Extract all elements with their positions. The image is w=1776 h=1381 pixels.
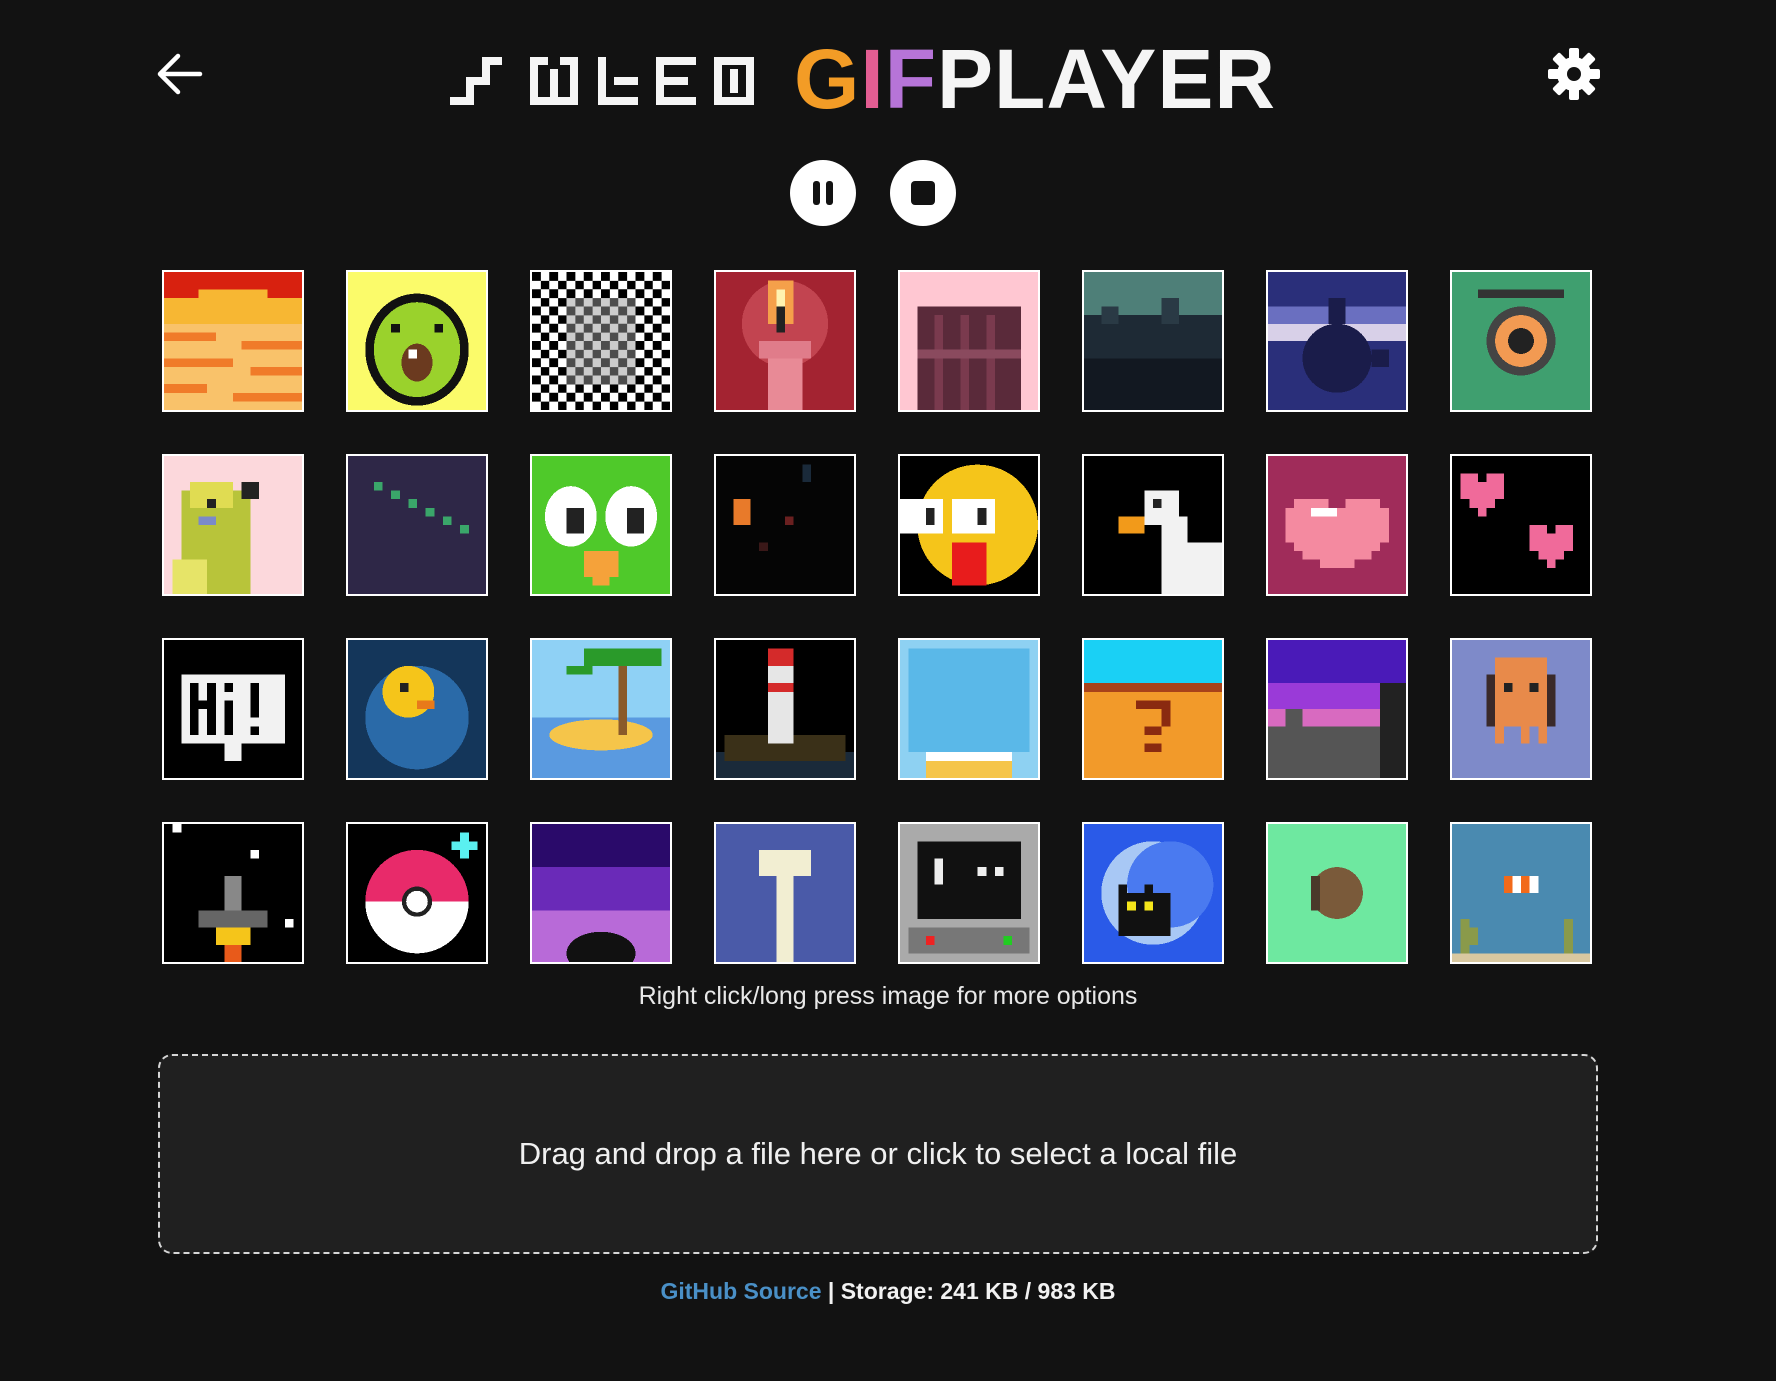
avocado-thumbnail	[348, 272, 486, 410]
gif-gallery	[162, 270, 1596, 968]
options-hint: Right click/long press image for more op…	[638, 982, 1138, 1010]
gif-thumbnail[interactable]	[162, 270, 304, 412]
window-thumbnail	[900, 272, 1038, 410]
surprised-face-thumbnail	[900, 456, 1038, 594]
arrow-left-icon	[157, 53, 203, 95]
github-source-link[interactable]: GitHub Source	[660, 1278, 821, 1304]
gif-thumbnail[interactable]	[346, 454, 488, 596]
gif-thumbnail[interactable]	[1450, 822, 1592, 964]
goose-thumbnail	[1084, 456, 1222, 594]
gif-thumbnail[interactable]	[162, 638, 304, 780]
pillar-thumbnail	[716, 824, 854, 962]
back-button[interactable]	[152, 46, 208, 102]
footer: GitHub Source | Storage: 241 KB / 983 KB	[0, 1278, 1776, 1305]
gif-thumbnail[interactable]	[530, 270, 672, 412]
hi-bubble-thumbnail	[164, 640, 302, 778]
heart-thumbnail	[1268, 456, 1406, 594]
gif-thumbnail[interactable]	[162, 822, 304, 964]
checker-tunnel-thumbnail	[532, 272, 670, 410]
blue-window-thumbnail	[900, 640, 1038, 778]
gif-thumbnail[interactable]	[714, 822, 856, 964]
gif-thumbnail[interactable]	[1082, 454, 1224, 596]
gif-thumbnail[interactable]	[714, 454, 856, 596]
gif-thumbnail[interactable]	[898, 454, 1040, 596]
settings-button[interactable]	[1544, 44, 1604, 104]
player-word: PLAYER	[937, 32, 1277, 126]
gif-word: GIF	[794, 37, 937, 121]
wled-logo	[450, 57, 754, 105]
stop-icon	[911, 181, 935, 205]
file-dropzone[interactable]: Drag and drop a file here or click to se…	[158, 1054, 1598, 1254]
pause-button[interactable]	[790, 160, 856, 226]
gif-thumbnail[interactable]	[530, 822, 672, 964]
octopus-thumbnail	[1452, 640, 1590, 778]
duck-in-water-thumbnail	[348, 640, 486, 778]
gif-thumbnail[interactable]	[346, 638, 488, 780]
gif-thumbnail[interactable]	[714, 270, 856, 412]
gif-thumbnail[interactable]	[898, 638, 1040, 780]
question-block-thumbnail	[1084, 640, 1222, 778]
retro-computer-thumbnail	[900, 824, 1038, 962]
falling-dots-thumbnail	[348, 456, 486, 594]
gif-letter-i: I	[860, 32, 885, 126]
candle-thumbnail	[716, 272, 854, 410]
stop-button[interactable]	[890, 160, 956, 226]
potato-thumbnail	[1268, 824, 1406, 962]
moon-cat-thumbnail	[1084, 824, 1222, 962]
pokeball-thumbnail	[348, 824, 486, 962]
gif-thumbnail[interactable]	[1266, 638, 1408, 780]
city-night-thumbnail	[1268, 640, 1406, 778]
owl-thumbnail	[532, 456, 670, 594]
clownfish-aquarium-thumbnail	[1452, 824, 1590, 962]
parrot-thumbnail	[164, 456, 302, 594]
purple-sunset-thumbnail	[532, 824, 670, 962]
gif-thumbnail[interactable]	[1450, 454, 1592, 596]
teapot-thumbnail	[1268, 272, 1406, 410]
gif-letter-f: F	[884, 32, 937, 126]
lighthouse-thumbnail	[716, 640, 854, 778]
forest-thumbnail	[1084, 272, 1222, 410]
dropzone-label: Drag and drop a file here or click to se…	[518, 1136, 1238, 1171]
gif-thumbnail[interactable]	[1082, 638, 1224, 780]
pause-icon	[813, 181, 833, 205]
dark-particles-thumbnail	[716, 456, 854, 594]
gif-thumbnail[interactable]	[1266, 270, 1408, 412]
footer-separator: |	[827, 1278, 835, 1304]
eye-monster-thumbnail	[1452, 272, 1590, 410]
gif-letter-g: G	[794, 32, 861, 126]
gif-thumbnail[interactable]	[346, 270, 488, 412]
gif-thumbnail[interactable]	[714, 638, 856, 780]
gif-thumbnail[interactable]	[1266, 454, 1408, 596]
gif-thumbnail[interactable]	[1450, 270, 1592, 412]
gif-thumbnail[interactable]	[530, 638, 672, 780]
gif-thumbnail[interactable]	[1082, 270, 1224, 412]
gif-thumbnail[interactable]	[1266, 822, 1408, 964]
gif-thumbnail[interactable]	[346, 822, 488, 964]
palm-island-thumbnail	[532, 640, 670, 778]
app-title: GIF PLAYER	[450, 34, 1276, 124]
gif-thumbnail[interactable]	[162, 454, 304, 596]
gif-thumbnail[interactable]	[1450, 638, 1592, 780]
rocket-thumbnail	[164, 824, 302, 962]
storage-usage: Storage: 241 KB / 983 KB	[840, 1278, 1116, 1304]
gif-thumbnail[interactable]	[898, 822, 1040, 964]
sunset-thumbnail	[164, 272, 302, 410]
gear-icon	[1548, 48, 1600, 100]
gif-thumbnail[interactable]	[898, 270, 1040, 412]
gif-thumbnail[interactable]	[530, 454, 672, 596]
gif-thumbnail[interactable]	[1082, 822, 1224, 964]
floating-hearts-thumbnail	[1452, 456, 1590, 594]
